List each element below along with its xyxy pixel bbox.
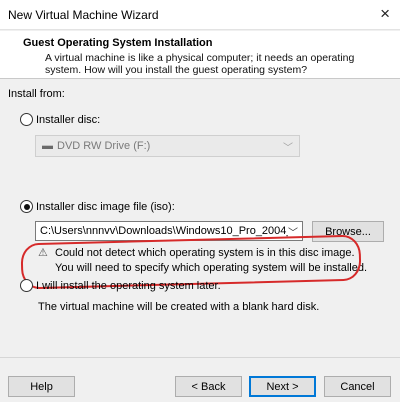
install-later-label[interactable]: I will install the operating system late…: [36, 280, 221, 292]
install-later-option[interactable]: I will install the operating system late…: [20, 279, 221, 292]
iso-option[interactable]: Installer disc image file (iso):: [20, 200, 175, 213]
chevron-down-icon: ﹀: [283, 143, 293, 154]
dvd-drive-icon: ▬: [42, 140, 53, 152]
window-title: New Virtual Machine Wizard: [8, 8, 159, 22]
install-from-label: Install from:: [8, 88, 65, 100]
install-later-radio[interactable]: [20, 279, 33, 292]
back-button[interactable]: < Back: [175, 376, 242, 397]
iso-radio[interactable]: [20, 200, 33, 213]
installer-disc-option[interactable]: Installer disc:: [20, 113, 100, 126]
iso-path-value[interactable]: C:\Users\nnnvv\Downloads\Windows10_Pro_2…: [40, 225, 288, 237]
page-title: Guest Operating System Installation: [23, 37, 213, 49]
close-icon[interactable]: ×: [380, 4, 390, 24]
drive-select: ▬ DVD RW Drive (F:) ﹀: [35, 135, 300, 157]
footer-divider: [0, 357, 400, 358]
wizard-header: Guest Operating System Installation A vi…: [0, 31, 400, 79]
title-bar: New Virtual Machine Wizard ×: [0, 0, 400, 30]
drive-select-value: DVD RW Drive (F:): [57, 140, 151, 152]
installer-disc-label[interactable]: Installer disc:: [36, 114, 100, 126]
cancel-button[interactable]: Cancel: [324, 376, 391, 397]
page-description: A virtual machine is like a physical com…: [45, 52, 355, 76]
install-later-description: The virtual machine will be created with…: [38, 301, 320, 313]
help-button[interactable]: Help: [8, 376, 75, 397]
installer-disc-radio[interactable]: [20, 113, 33, 126]
iso-label[interactable]: Installer disc image file (iso):: [36, 201, 175, 213]
next-button[interactable]: Next >: [249, 376, 316, 397]
